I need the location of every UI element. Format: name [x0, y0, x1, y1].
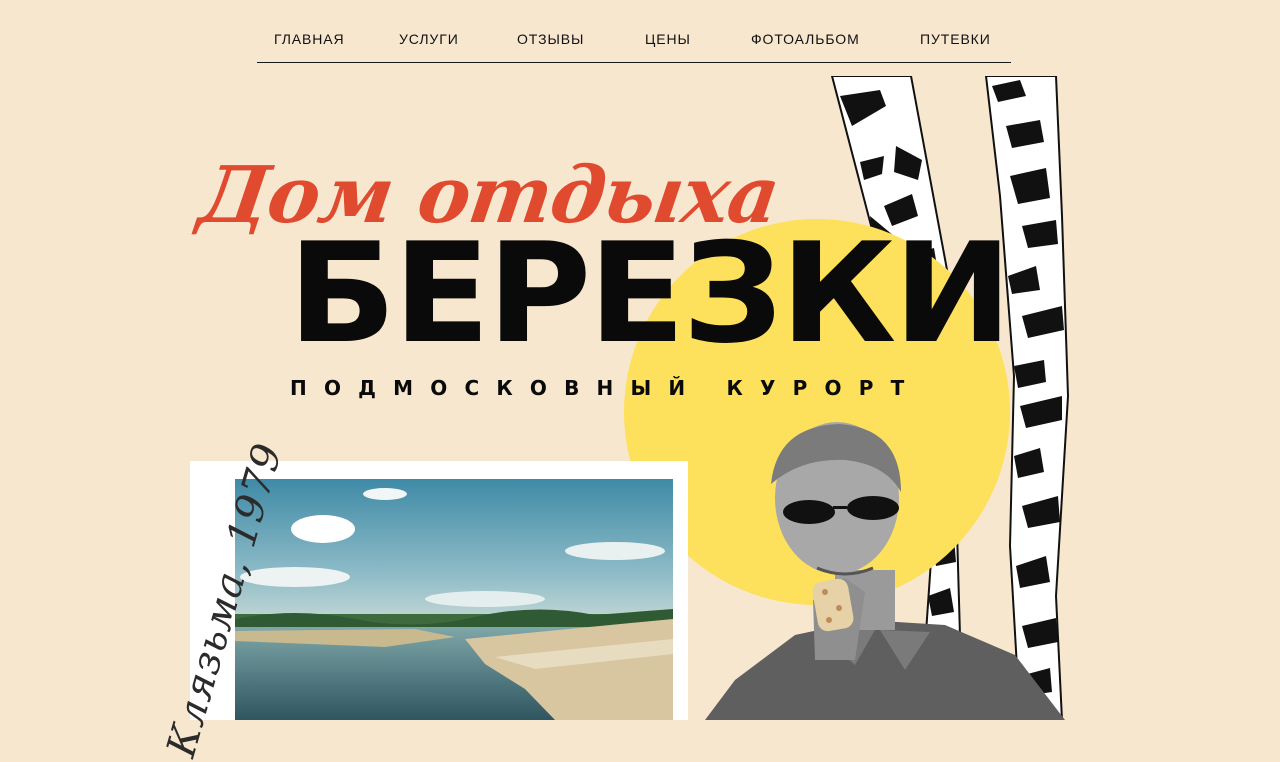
- nav-services[interactable]: УСЛУГИ: [399, 31, 459, 47]
- nav-prices[interactable]: ЦЕНЫ: [645, 31, 691, 47]
- nav-reviews[interactable]: ОТЗЫВЫ: [517, 31, 584, 47]
- main-navigation: ГЛАВНАЯ УСЛУГИ ОТЗЫВЫ ЦЕНЫ ФОТОАЛЬБОМ ПУ…: [257, 0, 1011, 63]
- nav-photoalbum[interactable]: ФОТОАЛЬБОМ: [751, 31, 860, 47]
- nav-home[interactable]: ГЛАВНАЯ: [274, 31, 345, 47]
- river-landscape-photo[interactable]: [235, 479, 673, 720]
- man-with-sunglasses-and-ice-cream: [705, 422, 1065, 720]
- subtitle: ПОДМОСКОВНЫЙ КУРОРТ: [290, 376, 922, 400]
- nav-vouchers[interactable]: ПУТЕВКИ: [920, 31, 991, 47]
- main-title: БЕРЕЗКИ: [288, 213, 1012, 374]
